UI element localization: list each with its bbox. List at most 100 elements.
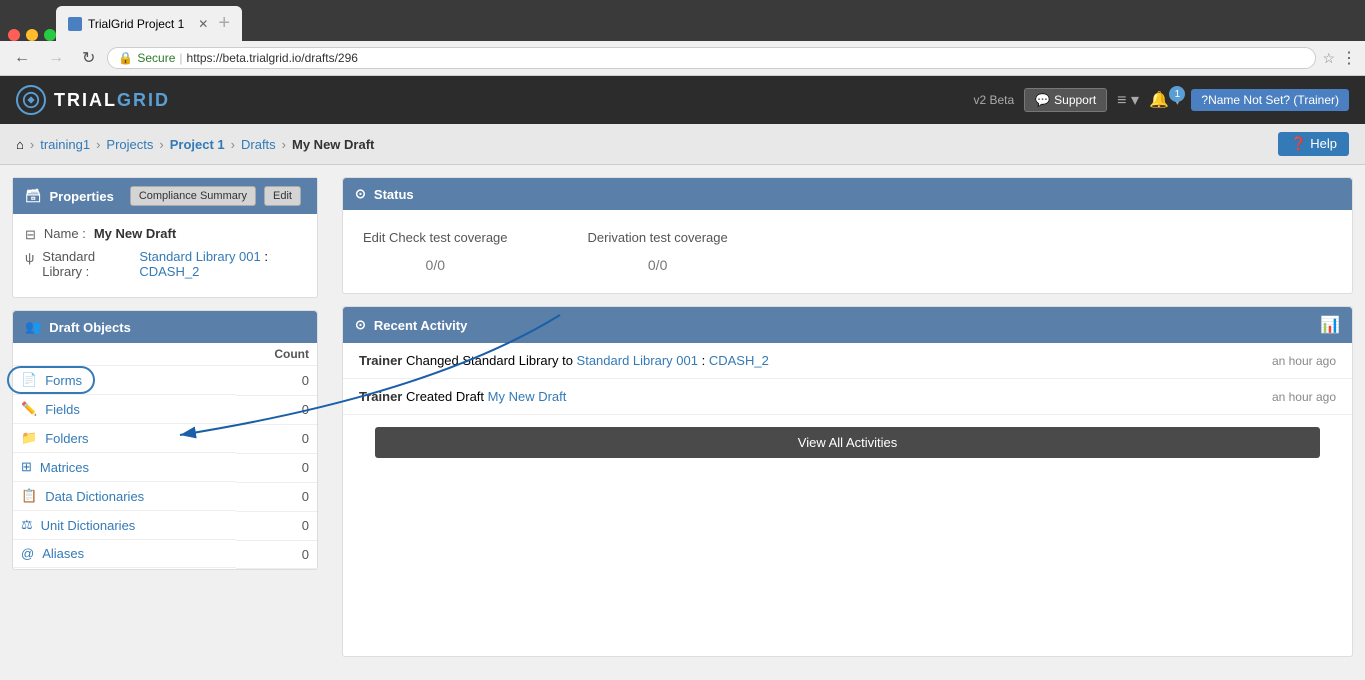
unit-dict-link[interactable]: Unit Dictionaries <box>41 518 136 533</box>
data-dict-link[interactable]: Data Dictionaries <box>45 489 144 504</box>
table-row: 📄 Forms 0 <box>13 366 317 396</box>
left-panel: 🗃 Properties Compliance Summary Edit ⊟ N… <box>0 165 330 669</box>
nav-right: v2 Beta 💬 Support ≡ ▾ 🔔 1 ▾ ?Name Not Se… <box>973 88 1349 112</box>
window-close-btn[interactable] <box>8 29 20 41</box>
activity-link-1a[interactable]: Standard Library 001 <box>577 353 698 368</box>
breadcrumb-training[interactable]: training1 <box>40 137 90 152</box>
activity-action-2: Created Draft <box>406 389 488 404</box>
folders-icon: 📁 <box>21 430 37 446</box>
browser-menu-btn[interactable]: ⋮ <box>1341 48 1357 68</box>
activity-link-2a[interactable]: My New Draft <box>488 389 567 404</box>
user-menu-btn[interactable]: ?Name Not Set? (Trainer) <box>1191 89 1349 111</box>
logo-text: TRIALGRID <box>54 90 170 111</box>
view-all-wrapper: View All Activities <box>343 415 1352 478</box>
table-row: @ Aliases 0 <box>13 540 317 568</box>
status-card: ⊙ Status Edit Check test coverage 0/0 De… <box>342 177 1353 294</box>
home-icon[interactable]: ⌂ <box>16 137 24 152</box>
sep1: › <box>30 137 34 152</box>
prop-library-label: Standard Library : <box>42 249 131 279</box>
prop-name-label: Name : <box>44 226 86 241</box>
breadcrumb-drafts[interactable]: Drafts <box>241 137 276 152</box>
address-bar[interactable]: 🔒 Secure | https://beta.trialgrid.io/dra… <box>107 47 1316 69</box>
properties-icon: 🗃 <box>25 188 42 204</box>
activity-action-1: Changed Standard Library to <box>406 353 577 368</box>
bookmark-btn[interactable]: ☆ <box>1322 50 1335 67</box>
activity-user-2: Trainer <box>359 389 402 404</box>
matrices-link[interactable]: Matrices <box>40 460 89 475</box>
prop-library-links: Standard Library 001 : CDASH_2 <box>139 249 305 279</box>
fields-count: 0 <box>236 395 317 424</box>
prop-library-row: ψ Standard Library : Standard Library 00… <box>25 249 305 279</box>
status-header: ⊙ Status <box>343 178 1352 210</box>
fields-link[interactable]: Fields <box>45 402 80 417</box>
view-all-btn[interactable]: View All Activities <box>375 427 1320 458</box>
secure-label: Secure <box>137 51 175 65</box>
properties-header: 🗃 Properties Compliance Summary Edit <box>13 178 317 214</box>
edit-check-label: Edit Check test coverage <box>363 230 508 245</box>
content-area: 🗃 Properties Compliance Summary Edit ⊟ N… <box>0 165 1365 669</box>
edit-btn[interactable]: Edit <box>264 186 301 206</box>
library-icon: ψ <box>25 250 34 265</box>
notification-btn[interactable]: 🔔 1 ▾ <box>1149 90 1181 110</box>
recent-activity-card: ⊙ Recent Activity 📊 Trainer Changed Stan… <box>342 306 1353 657</box>
table-row: ⊞ Matrices 0 <box>13 453 317 482</box>
activity-body: Trainer Changed Standard Library to Stan… <box>343 343 1352 478</box>
logo-trial: TRIAL <box>54 90 117 110</box>
tab-close-btn[interactable]: ✕ <box>198 17 208 31</box>
table-row: 📁 Folders 0 <box>13 424 317 453</box>
folders-link[interactable]: Folders <box>45 431 88 446</box>
refresh-btn[interactable]: ↻ <box>76 46 101 70</box>
table-row: ⚖ Unit Dictionaries 0 <box>13 511 317 540</box>
name-icon: ⊟ <box>25 227 36 243</box>
matrices-count: 0 <box>236 453 317 482</box>
browser-tab[interactable]: TrialGrid Project 1 ✕ + <box>56 6 242 41</box>
activity-time-2: an hour ago <box>1272 390 1336 404</box>
activity-sep-1: : <box>702 353 709 368</box>
top-nav: TRIALGRID v2 Beta 💬 Support ≡ ▾ 🔔 1 ▾ ?N… <box>0 76 1365 124</box>
breadcrumb-project[interactable]: Project 1 <box>170 137 225 152</box>
aliases-link[interactable]: Aliases <box>42 546 84 561</box>
fields-icon: ✏️ <box>21 401 37 417</box>
edit-check-coverage: Edit Check test coverage 0/0 <box>363 230 508 273</box>
breadcrumb-current: My New Draft <box>292 137 374 152</box>
activity-icon: ⊙ <box>355 317 366 333</box>
folders-count: 0 <box>236 424 317 453</box>
browser-chrome: TrialGrid Project 1 ✕ + <box>0 0 1365 41</box>
window-min-btn[interactable] <box>26 29 38 41</box>
table-row: ✏️ Fields 0 <box>13 395 317 424</box>
menu-dropdown-btn[interactable]: ≡ ▾ <box>1117 90 1139 110</box>
browser-toolbar: ← → ↻ 🔒 Secure | https://beta.trialgrid.… <box>0 41 1365 76</box>
forward-btn[interactable]: → <box>42 47 70 69</box>
properties-card: 🗃 Properties Compliance Summary Edit ⊟ N… <box>12 177 318 298</box>
sep5: › <box>282 137 286 152</box>
library-link1[interactable]: Standard Library 001 <box>139 249 260 264</box>
lock-icon: 🔒 <box>118 51 133 65</box>
draft-table: Count 📄 Forms <box>13 343 317 569</box>
col-count: Count <box>236 343 317 366</box>
forms-icon: 📄 <box>21 372 37 388</box>
back-btn[interactable]: ← <box>8 47 36 69</box>
chart-icon[interactable]: 📊 <box>1320 315 1340 335</box>
support-btn[interactable]: 💬 Support <box>1024 88 1107 112</box>
activity-time-1: an hour ago <box>1272 354 1336 368</box>
activity-text-1: Trainer Changed Standard Library to Stan… <box>359 353 769 368</box>
derivation-value: 0/0 <box>588 257 728 273</box>
edit-check-value: 0/0 <box>363 257 508 273</box>
window-max-btn[interactable] <box>44 29 56 41</box>
logo: TRIALGRID <box>16 85 170 115</box>
breadcrumb-projects[interactable]: Projects <box>106 137 153 152</box>
url-separator: | <box>179 51 182 65</box>
help-btn[interactable]: ❓ Help <box>1278 132 1349 156</box>
draft-objects-header: 👥 Draft Objects <box>13 311 317 343</box>
activity-title-group: ⊙ Recent Activity <box>355 317 467 333</box>
activity-header: ⊙ Recent Activity 📊 <box>343 307 1352 343</box>
forms-link[interactable]: Forms <box>45 373 82 388</box>
compliance-summary-btn[interactable]: Compliance Summary <box>130 186 256 206</box>
activity-user-1: Trainer <box>359 353 402 368</box>
library-link2[interactable]: CDASH_2 <box>139 264 199 279</box>
status-title: Status <box>374 187 414 202</box>
prop-name-row: ⊟ Name : My New Draft <box>25 226 305 243</box>
activity-link-1b[interactable]: CDASH_2 <box>709 353 769 368</box>
help-label: Help <box>1310 136 1337 151</box>
new-tab-btn[interactable]: + <box>218 12 230 35</box>
